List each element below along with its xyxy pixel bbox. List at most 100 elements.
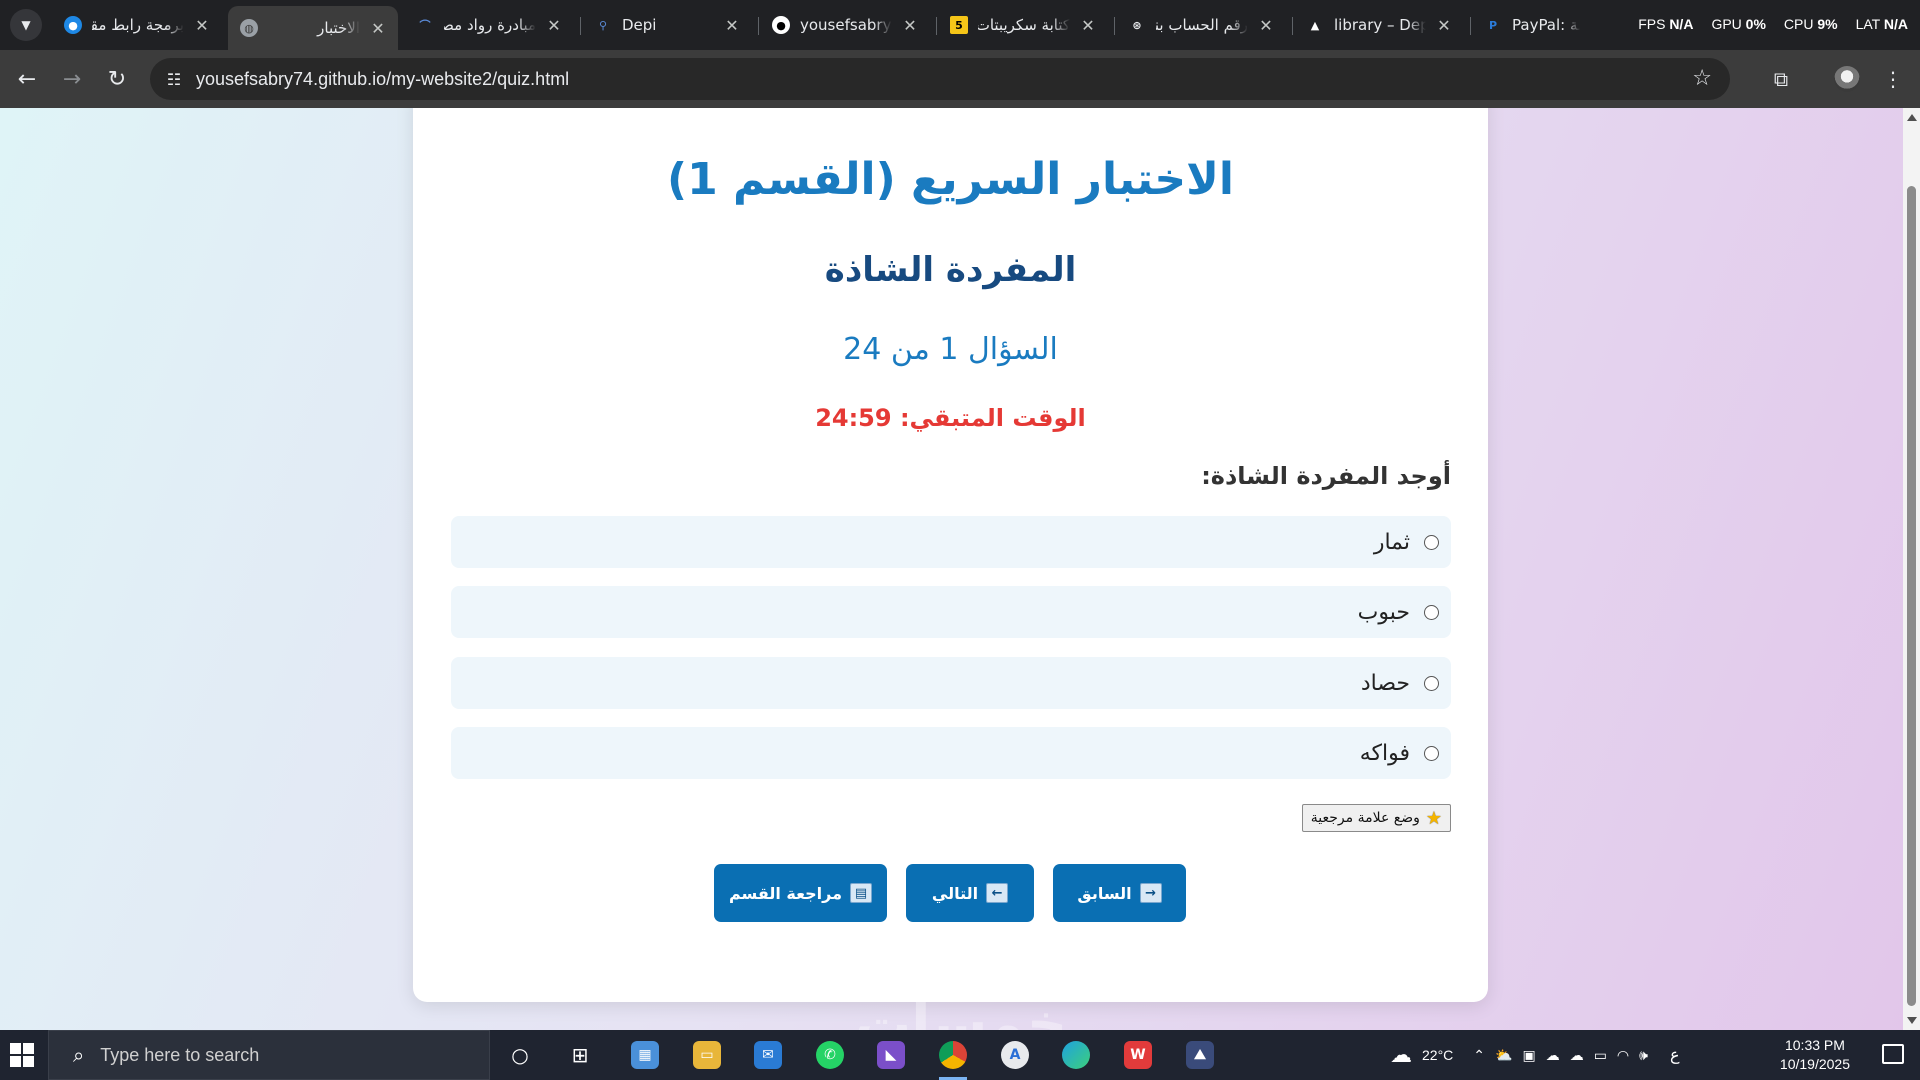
close-icon[interactable]: ✕ [724, 16, 740, 35]
weather-cloud-icon[interactable]: ☁ [1390, 1042, 1412, 1068]
tab-strip: ▼ ● برمجة رابط مقابلة ✕ ◍ الاختبار ✕ ⌒ م… [0, 0, 1920, 50]
five-logo-icon: 5 [950, 16, 968, 34]
speaker-icon[interactable]: 🕪 [1639, 1047, 1648, 1064]
kebab-menu-icon: ⋮ [1883, 67, 1903, 91]
wps-office-button[interactable]: W [1120, 1038, 1156, 1072]
scroll-up-arrow-icon[interactable] [1907, 114, 1917, 121]
radio-button[interactable] [1424, 675, 1439, 691]
cortana-circle-icon: ○ [511, 1043, 529, 1067]
cloud-icon[interactable]: ☁ [1546, 1047, 1560, 1064]
reload-button[interactable]: ↻ [100, 62, 134, 96]
taskbar-search-box[interactable]: ⌕ Type here to search [48, 1030, 490, 1080]
radio-button[interactable] [1424, 534, 1439, 550]
tab-4-label: Depi [622, 16, 657, 34]
menu-button[interactable]: ⋮ [1876, 62, 1910, 96]
wifi-icon[interactable]: ◠ [1617, 1047, 1629, 1064]
windows-logo-icon [23, 1056, 34, 1067]
task-view-icon: ⊞ [571, 1043, 589, 1067]
previous-button[interactable]: → السابق [1053, 864, 1186, 922]
input-language[interactable]: ع [1670, 1045, 1680, 1065]
close-icon[interactable]: ✕ [1080, 16, 1096, 35]
close-icon[interactable]: ✕ [370, 19, 386, 38]
chevron-up-icon[interactable]: ⌃ [1473, 1047, 1485, 1064]
option-1[interactable]: ثمار [451, 516, 1451, 568]
close-icon[interactable]: ✕ [1258, 16, 1274, 35]
chrome-button[interactable] [935, 1038, 971, 1080]
forward-button[interactable]: → [55, 62, 89, 96]
url-text[interactable]: yousefsabry74.github.io/my-website2/quiz… [196, 69, 569, 90]
edge-button[interactable] [1058, 1038, 1094, 1072]
whatsapp-button[interactable]: ✆ [812, 1038, 848, 1072]
notification-center-icon[interactable] [1882, 1044, 1904, 1064]
start-button[interactable] [10, 1043, 34, 1067]
page-scrollbar[interactable] [1903, 108, 1920, 1030]
tab-8[interactable]: ▲ library – Depi ✕ [1294, 8, 1464, 42]
radio-button[interactable] [1424, 745, 1439, 761]
microsoft-store-button[interactable]: ▦ [627, 1038, 663, 1072]
tab-5[interactable]: ● yousefsabry74 ✕ [760, 8, 930, 42]
close-icon[interactable]: ✕ [1436, 16, 1452, 35]
lat-label: LAT [1855, 16, 1880, 32]
address-bar[interactable]: ☷ yousefsabry74.github.io/my-website2/qu… [150, 58, 1730, 100]
tab-separator [936, 17, 937, 35]
tab-3[interactable]: ⌒ مبادرة رواد مصر الرقمية ✕ [404, 8, 574, 42]
close-icon[interactable]: ✕ [546, 16, 562, 35]
option-3[interactable]: حصاد [451, 657, 1451, 709]
question-text: أوجد المفردة الشاذة: [1201, 462, 1451, 490]
tab-4[interactable]: ⚲ Depi ✕ [582, 8, 752, 42]
scroll-down-arrow-icon[interactable] [1907, 1017, 1917, 1024]
close-icon[interactable]: ✕ [194, 16, 210, 35]
wps-icon: W [1124, 1041, 1152, 1069]
file-explorer-button[interactable]: ▭ [689, 1038, 725, 1072]
clock-time: 10:33 PM [1784, 1037, 1845, 1053]
next-button[interactable]: ← التالي [906, 864, 1034, 922]
onedrive-sync-icon[interactable]: ⛅ [1495, 1047, 1512, 1064]
option-2[interactable]: حبوب [451, 586, 1451, 638]
task-view-button[interactable]: ⊞ [562, 1038, 598, 1072]
network-cloud-icon[interactable]: ☁ [1570, 1047, 1584, 1064]
back-button[interactable]: ← [10, 62, 44, 96]
tab-6[interactable]: 5 كتابة سكريبتات ✕ [938, 8, 1108, 42]
tab-6-label: كتابة سكريبتات [978, 16, 1070, 34]
tab-8-label: library – Depi [1334, 16, 1426, 34]
visual-studio-icon: ◣ [877, 1041, 905, 1069]
performance-overlay: FPS N/A GPU 0% CPU 9% LAT N/A [1638, 16, 1908, 32]
azure-data-button[interactable]: A [997, 1038, 1033, 1072]
bookmark-star-icon[interactable]: ☆ [1692, 66, 1712, 91]
tab-search-menu-button[interactable]: ▼ [10, 9, 42, 41]
review-section-button[interactable]: ▤ مراجعة القسم [714, 864, 887, 922]
scroll-thumb[interactable] [1907, 186, 1916, 1006]
tab-separator [1114, 17, 1115, 35]
tab-separator [1470, 17, 1471, 35]
windows-taskbar: ⌕ Type here to search ○ ⊞ ▦ ▭ ✉ ✆ ◣ A W … [0, 1030, 1920, 1080]
gpu-readout: GPU 0% [1711, 16, 1765, 32]
option-label: حصاد [1360, 670, 1410, 696]
photos-button[interactable]: ⛰ [1182, 1038, 1218, 1072]
tab-9[interactable]: P PayPal: عاملة [1472, 8, 1602, 42]
tab-separator [580, 17, 581, 35]
visual-studio-button[interactable]: ◣ [873, 1038, 909, 1072]
gpu-value: 0% [1745, 16, 1766, 32]
option-4[interactable]: فواكه [451, 727, 1451, 779]
browser-toolbar: ← → ↻ ☷ yousefsabry74.github.io/my-websi… [0, 50, 1920, 108]
site-info-icon[interactable]: ☷ [162, 67, 186, 91]
tab-7[interactable]: ⊛ رقم الحساب بنك ✕ [1116, 8, 1286, 42]
extensions-button[interactable]: ⧉ [1764, 62, 1798, 96]
mail-button[interactable]: ✉ [750, 1038, 786, 1072]
battery-icon[interactable]: ▭ [1594, 1047, 1607, 1064]
radio-button[interactable] [1424, 604, 1439, 620]
profile-button[interactable] [1830, 62, 1864, 96]
clock[interactable]: 10:33 PM 10/19/2025 [1780, 1036, 1850, 1074]
close-icon[interactable]: ✕ [902, 16, 918, 35]
clipboard-icon: ▤ [850, 883, 873, 903]
temperature[interactable]: 22°C [1422, 1047, 1453, 1063]
windows-logo-icon [23, 1043, 34, 1054]
meet-now-icon[interactable]: ▣ [1522, 1047, 1535, 1064]
tab-2-active[interactable]: ◍ الاختبار ✕ [228, 6, 398, 50]
tab-1-label: برمجة رابط مقابلة [92, 16, 184, 34]
cortana-button[interactable]: ○ [502, 1038, 538, 1072]
chevron-down-icon: ▼ [21, 18, 31, 32]
chrome-icon [939, 1041, 967, 1069]
bookmark-button[interactable]: ★ وضع علامة مرجعية [1301, 804, 1451, 832]
tab-1[interactable]: ● برمجة رابط مقابلة ✕ [52, 8, 222, 42]
